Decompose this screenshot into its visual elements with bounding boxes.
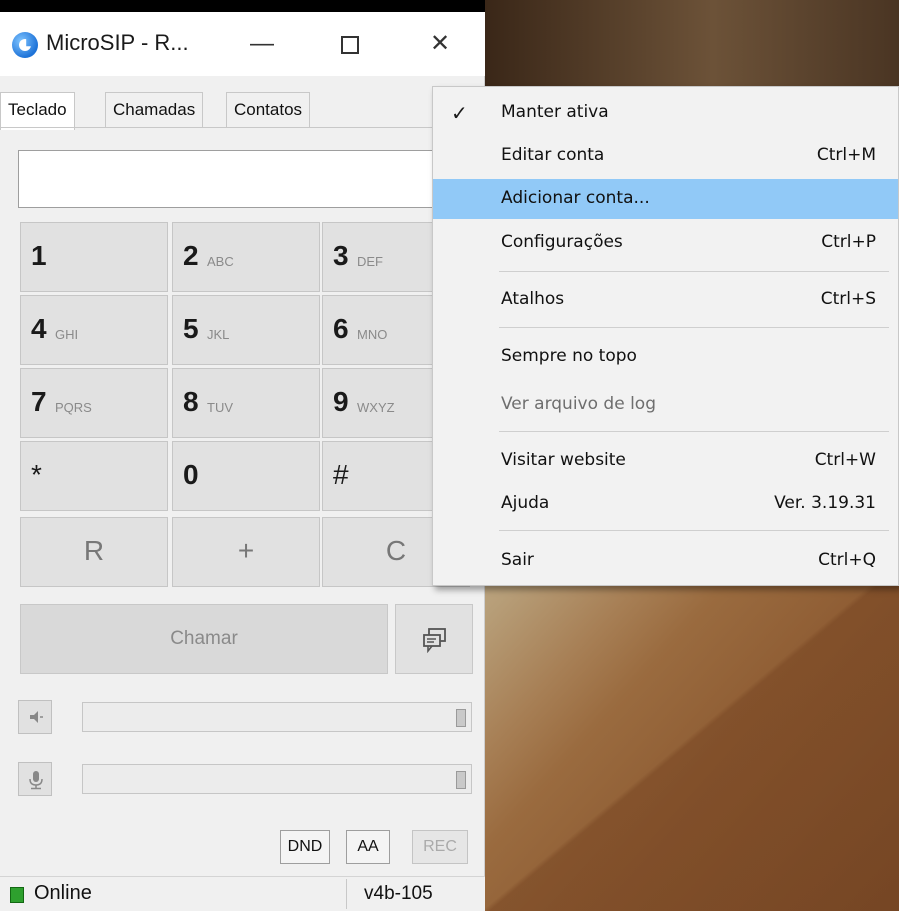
record-button[interactable]: REC bbox=[412, 830, 468, 864]
menu-item-label: Manter ativa bbox=[501, 102, 609, 122]
microsip-window: MicroSIP - R... — ✕ Teclado Chamadas Con… bbox=[0, 12, 485, 911]
key-letters: WXYZ bbox=[357, 400, 395, 415]
menu-separator bbox=[499, 530, 889, 531]
minimize-button[interactable]: — bbox=[240, 24, 284, 64]
key-digit: # bbox=[333, 459, 349, 490]
key-digit: + bbox=[237, 535, 255, 566]
key-letters: ABC bbox=[207, 254, 234, 269]
microphone-icon bbox=[29, 771, 43, 790]
status-text[interactable]: Online bbox=[34, 882, 92, 905]
menu-separator bbox=[499, 327, 889, 328]
number-input[interactable] bbox=[18, 150, 448, 208]
key-digit: 1 bbox=[31, 240, 47, 271]
key-digit: * bbox=[31, 459, 42, 490]
menu-item-manter-ativa[interactable]: ✓ Manter ativa bbox=[433, 93, 898, 133]
slider-thumb[interactable] bbox=[456, 709, 466, 727]
message-button[interactable] bbox=[395, 604, 473, 674]
tab-chamadas[interactable]: Chamadas bbox=[105, 92, 204, 128]
key-7[interactable]: 7 PQRS bbox=[20, 368, 168, 438]
key-4[interactable]: 4 GHI bbox=[20, 295, 168, 365]
key-digit: 8 bbox=[183, 386, 199, 417]
key-digit: 9 bbox=[333, 386, 349, 417]
menu-item-shortcut: Ctrl+S bbox=[820, 289, 876, 309]
menu-item-label: Ajuda bbox=[501, 493, 550, 513]
speaker-volume-slider[interactable] bbox=[82, 702, 472, 732]
key-0[interactable]: 0 bbox=[172, 441, 320, 511]
context-menu: ✓ Manter ativa Editar conta Ctrl+M Adici… bbox=[432, 86, 899, 586]
wallpaper-shade bbox=[485, 585, 899, 911]
key-digit: R bbox=[83, 535, 105, 566]
menu-item-shortcut: Ctrl+W bbox=[814, 450, 876, 470]
menu-item-shortcut: Ctrl+P bbox=[821, 232, 876, 252]
key-2[interactable]: 2 ABC bbox=[172, 222, 320, 292]
key-digit: 0 bbox=[183, 459, 199, 490]
tab-contatos[interactable]: Contatos bbox=[226, 92, 311, 128]
key-digit: 2 bbox=[183, 240, 199, 271]
status-divider bbox=[346, 879, 347, 909]
menu-separator bbox=[499, 271, 889, 272]
key-letters: TUV bbox=[207, 400, 233, 415]
key-1[interactable]: 1 bbox=[20, 222, 168, 292]
call-button[interactable]: Chamar bbox=[20, 604, 388, 674]
maximize-button[interactable] bbox=[328, 24, 372, 64]
wallpaper-band bbox=[485, 0, 899, 90]
menu-item-shortcut: Ctrl+M bbox=[816, 145, 876, 165]
key-digit: 5 bbox=[183, 313, 199, 344]
slider-thumb[interactable] bbox=[456, 771, 466, 789]
menu-item-ver-arquivo-de-log[interactable]: Ver arquivo de log bbox=[433, 385, 898, 425]
chat-icon bbox=[423, 628, 446, 653]
speaker-icon bbox=[30, 711, 43, 723]
key-8[interactable]: 8 TUV bbox=[172, 368, 320, 438]
menu-item-sair[interactable]: Sair Ctrl+Q bbox=[433, 541, 898, 581]
key-digit: 3 bbox=[333, 240, 349, 271]
key-digit: 4 bbox=[31, 313, 47, 344]
menu-item-version: Ver. 3.19.31 bbox=[774, 493, 876, 513]
close-button[interactable]: ✕ bbox=[418, 24, 462, 64]
tab-teclado[interactable]: Teclado bbox=[0, 92, 75, 130]
speaker-mute-button[interactable] bbox=[18, 700, 52, 734]
menu-item-label: Editar conta bbox=[501, 145, 605, 165]
key-plus[interactable]: + bbox=[172, 517, 320, 587]
key-5[interactable]: 5 JKL bbox=[172, 295, 320, 365]
check-icon: ✓ bbox=[451, 101, 468, 125]
menu-separator bbox=[499, 431, 889, 432]
key-letters: DEF bbox=[357, 254, 383, 269]
microphone-mute-button[interactable] bbox=[18, 762, 52, 796]
microphone-volume-slider[interactable] bbox=[82, 764, 472, 794]
microsip-logo-icon[interactable] bbox=[12, 32, 38, 58]
auto-answer-button[interactable]: AA bbox=[346, 830, 390, 864]
window-title: MicroSIP - R... bbox=[46, 30, 189, 55]
menu-item-label: Visitar website bbox=[501, 450, 626, 470]
menu-item-editar-conta[interactable]: Editar conta Ctrl+M bbox=[433, 136, 898, 176]
menu-item-configuracoes[interactable]: Configurações Ctrl+P bbox=[433, 223, 898, 263]
tab-panel-border bbox=[0, 127, 485, 128]
menu-item-label: Adicionar conta... bbox=[501, 188, 650, 208]
key-digit: 6 bbox=[333, 313, 349, 344]
menu-item-label: Configurações bbox=[501, 232, 623, 252]
maximize-icon bbox=[341, 35, 359, 54]
account-label: v4b-105 bbox=[364, 883, 433, 904]
title-bar[interactable]: MicroSIP - R... — ✕ bbox=[0, 12, 485, 76]
menu-item-sempre-no-topo[interactable]: Sempre no topo bbox=[433, 337, 898, 377]
key-letters: GHI bbox=[55, 327, 79, 342]
menu-item-label: Atalhos bbox=[501, 289, 565, 309]
dnd-button[interactable]: DND bbox=[280, 830, 330, 864]
status-bar: Online v4b-105 bbox=[0, 876, 485, 911]
key-digit: 7 bbox=[31, 386, 47, 417]
menu-item-adicionar-conta[interactable]: Adicionar conta... bbox=[433, 179, 898, 219]
menu-item-label: Ver arquivo de log bbox=[501, 394, 656, 414]
menu-item-atalhos[interactable]: Atalhos Ctrl+S bbox=[433, 280, 898, 320]
menu-item-ajuda[interactable]: Ajuda Ver. 3.19.31 bbox=[433, 484, 898, 524]
key-redial[interactable]: R bbox=[20, 517, 168, 587]
menu-item-visitar-website[interactable]: Visitar website Ctrl+W bbox=[433, 441, 898, 481]
menu-item-label: Sair bbox=[501, 550, 534, 570]
key-letters: PQRS bbox=[55, 400, 92, 415]
menu-item-label: Sempre no topo bbox=[501, 346, 637, 366]
key-star[interactable]: * bbox=[20, 441, 168, 511]
menu-item-shortcut: Ctrl+Q bbox=[818, 550, 876, 570]
key-letters: JKL bbox=[207, 327, 230, 342]
online-status-icon bbox=[10, 887, 24, 903]
key-letters: MNO bbox=[357, 327, 388, 342]
